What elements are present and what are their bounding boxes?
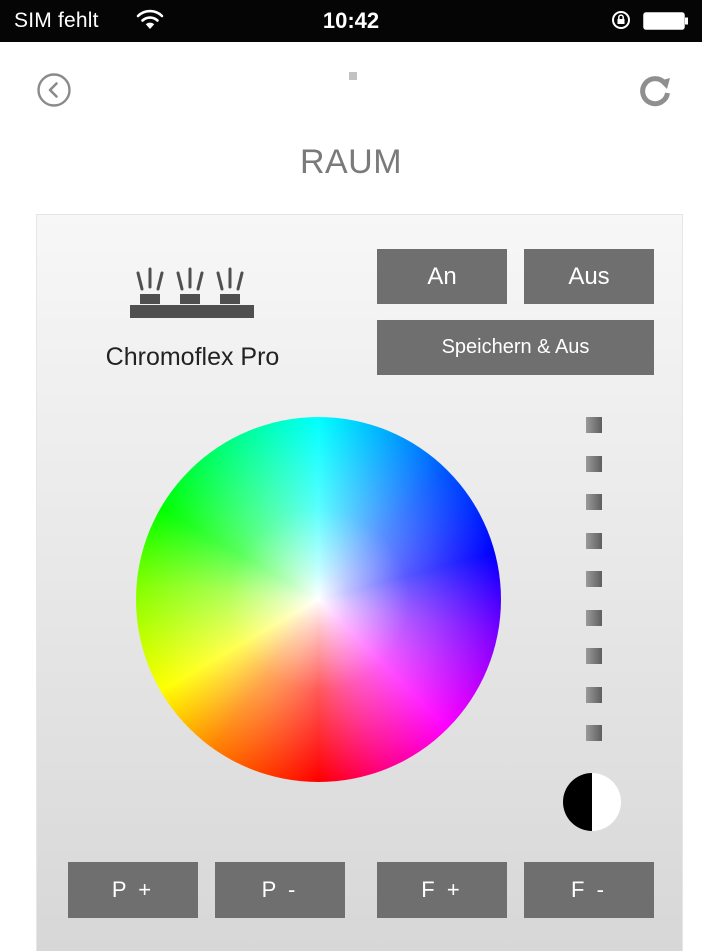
back-chevron-icon[interactable] [36, 72, 72, 108]
program-up-button[interactable]: P + [68, 862, 198, 918]
on-button[interactable]: An [377, 249, 507, 304]
brightness-step[interactable] [586, 610, 602, 626]
color-wheel[interactable] [136, 417, 501, 782]
clock: 10:42 [322, 8, 380, 33]
brightness-step[interactable] [586, 687, 602, 703]
fade-up-button[interactable]: F + [377, 862, 507, 918]
color-wheel-saturation[interactable] [136, 417, 501, 782]
brightness-step[interactable] [586, 648, 602, 664]
fade-down-button[interactable]: F - [524, 862, 654, 918]
device-name: Chromoflex Pro [105, 343, 280, 371]
brightness-step[interactable] [586, 494, 602, 510]
page-title: RAUM [299, 143, 403, 181]
led-controller-icon [130, 267, 254, 318]
brightness-step[interactable] [586, 725, 602, 741]
brightness-step[interactable] [586, 417, 602, 433]
brightness-step[interactable] [586, 533, 602, 549]
brightness-step[interactable] [586, 456, 602, 472]
program-down-button[interactable]: P - [215, 862, 345, 918]
brightness-step[interactable] [586, 571, 602, 587]
page-indicator-dot [349, 72, 357, 80]
refresh-icon[interactable] [636, 72, 674, 110]
off-button[interactable]: Aus [524, 249, 654, 304]
rotation-lock-icon [612, 11, 630, 29]
brightness-knob-icon[interactable] [562, 772, 622, 832]
battery-icon [643, 12, 688, 30]
save-and-off-button[interactable]: Speichern & Aus [377, 320, 654, 375]
status-bar: SIM fehlt 10:42 [0, 0, 702, 42]
